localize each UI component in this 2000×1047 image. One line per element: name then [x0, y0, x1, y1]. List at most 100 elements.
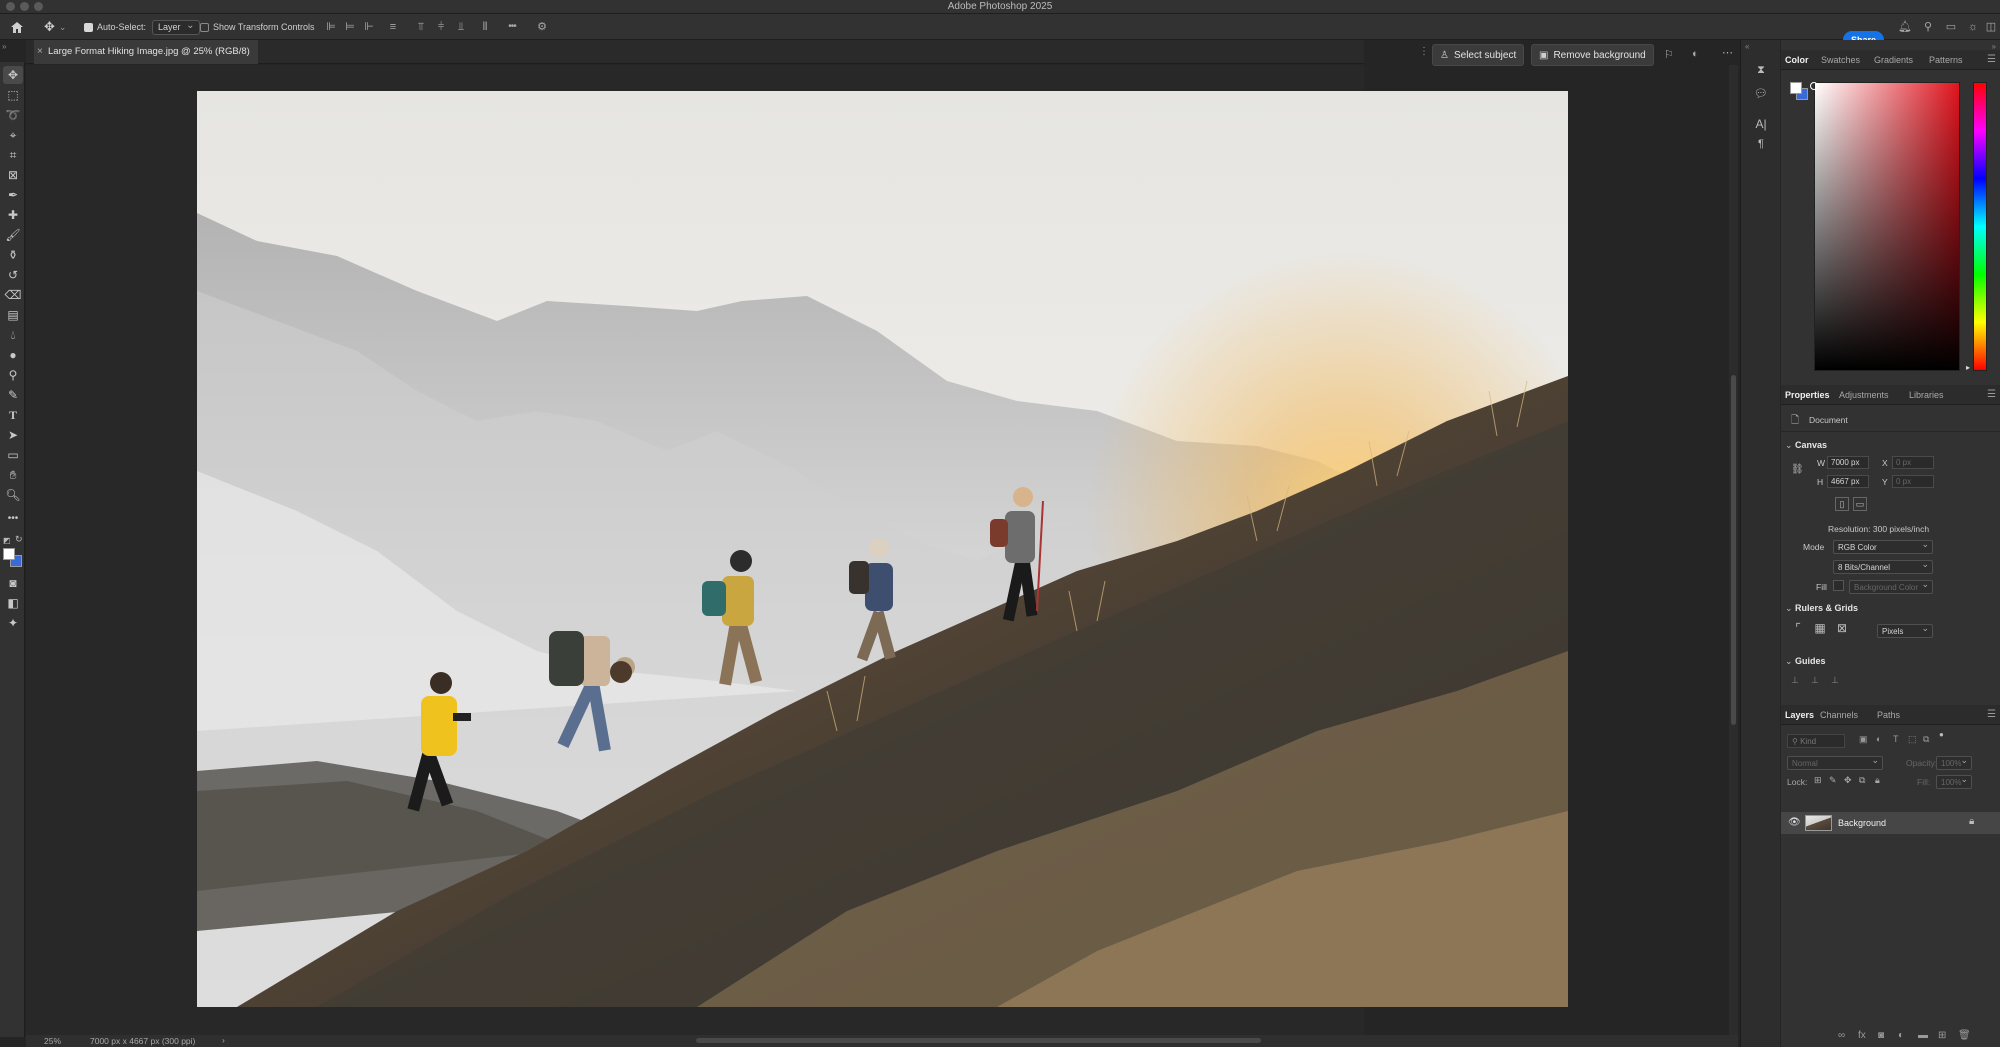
- grid-icon[interactable]: ▦: [1813, 622, 1827, 636]
- layers-panel-menu-icon[interactable]: ☰: [1987, 709, 1996, 720]
- lock-transparent-icon[interactable]: ⊞: [1814, 775, 1822, 786]
- opacity-field[interactable]: 100%: [1936, 755, 1972, 770]
- move-tool-icon[interactable]: ✥: [3, 66, 23, 84]
- select-subject-button[interactable]: ♙ Select subject: [1432, 44, 1525, 66]
- link-dimensions-icon[interactable]: ⛓︎: [1791, 464, 1804, 475]
- gradient-tool-icon[interactable]: ▤: [3, 306, 23, 324]
- landscape-orientation-icon[interactable]: ▭: [1853, 497, 1867, 511]
- link-layers-icon[interactable]: ∞: [1838, 1030, 1845, 1041]
- add-mask-icon[interactable]: ◙: [1878, 1030, 1884, 1041]
- guide-bottom-icon[interactable]: ⊥: [1831, 675, 1839, 686]
- brush-tool-icon[interactable]: 🖌︎: [3, 226, 23, 244]
- align-top-edges-icon[interactable]: ⫪: [414, 20, 428, 34]
- units-select[interactable]: Pixels: [1877, 623, 1933, 638]
- document-tab[interactable]: Large Format Hiking Image.jpg @ 25% (RGB…: [34, 40, 258, 64]
- tab-libraries[interactable]: Libraries: [1909, 385, 1944, 405]
- auto-select-check[interactable]: [84, 22, 93, 32]
- history-brush-tool-icon[interactable]: ↺: [3, 266, 23, 284]
- swap-colors-icon[interactable]: ↻: [15, 534, 23, 545]
- default-colors-icon[interactable]: ◩: [3, 536, 11, 545]
- screen-mode-icon[interactable]: ◧: [3, 594, 23, 612]
- width-field[interactable]: 7000 px: [1827, 456, 1869, 469]
- filter-pixel-icon[interactable]: ▣: [1859, 734, 1868, 745]
- gear-icon[interactable]: ⚙: [535, 20, 549, 34]
- delete-layer-icon[interactable]: 🗑︎: [1958, 1030, 1971, 1041]
- fill-select[interactable]: Background Color: [1849, 579, 1933, 594]
- portrait-orientation-icon[interactable]: ▯: [1835, 497, 1849, 511]
- type-tool-icon[interactable]: T: [3, 406, 23, 424]
- workspace-icon[interactable]: ▭: [1944, 20, 1958, 34]
- align-horizontal-centers-icon[interactable]: ⊨: [343, 20, 357, 34]
- quick-mask-icon[interactable]: ◙: [3, 574, 23, 592]
- flag-icon[interactable]: ⚐: [1664, 48, 1674, 61]
- document-canvas-image[interactable]: [197, 91, 1568, 1007]
- hand-tool-icon[interactable]: ✋︎: [3, 466, 23, 484]
- lasso-tool-icon[interactable]: ➰: [3, 106, 23, 124]
- layer-style-icon[interactable]: fx: [1858, 1030, 1866, 1041]
- auto-select-target[interactable]: Layer: [152, 19, 200, 35]
- vertical-scroll-thumb[interactable]: [1731, 375, 1736, 725]
- tab-patterns[interactable]: Patterns: [1929, 50, 1963, 70]
- ruler-icon[interactable]: ⌜: [1791, 622, 1805, 636]
- eraser-tool-icon[interactable]: ⌫: [3, 286, 23, 304]
- filter-shape-icon[interactable]: ⬚: [1908, 734, 1917, 745]
- tab-swatches[interactable]: Swatches: [1821, 50, 1860, 70]
- collapse-panels-icon[interactable]: «: [1745, 42, 1749, 51]
- tab-properties[interactable]: Properties: [1785, 385, 1830, 405]
- lock-image-icon[interactable]: ✎: [1829, 775, 1837, 786]
- tab-color[interactable]: Color: [1785, 50, 1809, 70]
- layer-filter-select[interactable]: ⚲ Kind: [1787, 734, 1845, 748]
- dodge-tool-icon[interactable]: ●: [3, 346, 23, 364]
- zoom-tool-icon[interactable]: 🔍︎: [3, 486, 23, 504]
- status-menu-chevron-icon[interactable]: ›: [222, 1035, 225, 1045]
- zoom-level[interactable]: 25%: [44, 1036, 61, 1046]
- new-adjustment-layer-icon[interactable]: ◐: [1898, 1030, 1904, 1041]
- color-picker-field[interactable]: [1814, 82, 1960, 371]
- fill-swatch[interactable]: [1833, 580, 1844, 591]
- tab-gradients[interactable]: Gradients: [1874, 50, 1913, 70]
- filter-adjustment-icon[interactable]: ◐: [1876, 734, 1881, 744]
- discover-icon[interactable]: ☼: [1966, 20, 1980, 34]
- adjustment-icon[interactable]: ◐: [1692, 48, 1699, 60]
- edit-toolbar-icon[interactable]: •••: [3, 510, 23, 528]
- y-field[interactable]: 0 px: [1892, 475, 1934, 488]
- search-icon[interactable]: ⚲: [1921, 20, 1935, 34]
- crop-tool-icon[interactable]: ⌗: [3, 146, 23, 164]
- lock-artboard-icon[interactable]: ⧉: [1859, 775, 1865, 786]
- tab-adjustments[interactable]: Adjustments: [1839, 385, 1889, 405]
- path-selection-tool-icon[interactable]: ➤: [3, 426, 23, 444]
- eyedropper-tool-icon[interactable]: ✒: [3, 186, 23, 204]
- expand-tools-icon[interactable]: »: [2, 42, 6, 51]
- blur-tool-icon[interactable]: 💧︎: [3, 326, 23, 344]
- align-vertical-centers-icon[interactable]: ⫩: [434, 20, 448, 34]
- remove-background-button[interactable]: ▣ Remove background: [1531, 44, 1654, 66]
- tab-channels[interactable]: Channels: [1820, 705, 1858, 725]
- frame-tool-icon[interactable]: ⊠: [3, 166, 23, 184]
- bit-depth-select[interactable]: 8 Bits/Channel: [1833, 559, 1933, 574]
- pen-tool-icon[interactable]: ✎: [3, 386, 23, 404]
- new-layer-icon[interactable]: ⊞: [1938, 1030, 1946, 1041]
- filter-type-icon[interactable]: T: [1893, 734, 1899, 744]
- guides-section-header[interactable]: Guides: [1785, 656, 1826, 667]
- move-tool-preset[interactable]: ✥ ⌄: [44, 14, 66, 40]
- guides-layout-icon[interactable]: ⊠: [1835, 622, 1849, 636]
- sponge-tool-icon[interactable]: ⚲: [3, 366, 23, 384]
- auto-select-target-dropdown[interactable]: Layer: [152, 14, 200, 40]
- tab-layers[interactable]: Layers: [1785, 705, 1814, 725]
- home-button[interactable]: [10, 14, 24, 40]
- color-foreground-swatch[interactable]: [1790, 82, 1802, 94]
- show-transform-check[interactable]: [200, 22, 209, 32]
- canvas-section-header[interactable]: Canvas: [1785, 440, 1827, 451]
- paragraph-panel-icon[interactable]: ¶: [1753, 136, 1769, 152]
- color-picker-cursor[interactable]: [1810, 82, 1818, 90]
- lock-all-icon[interactable]: 🔒︎: [1875, 775, 1880, 786]
- color-panel-menu-icon[interactable]: ☰: [1987, 54, 1996, 65]
- horizontal-scroll-thumb[interactable]: [696, 1038, 1261, 1043]
- generative-fill-icon[interactable]: ✦: [3, 614, 23, 632]
- distribute-horizontally-icon[interactable]: ⦀: [478, 20, 492, 34]
- show-transform-checkbox[interactable]: Show Transform Controls: [200, 14, 315, 40]
- layer-row-background[interactable]: 👁︎ Background 🔒︎: [1781, 812, 2000, 834]
- align-left-edges-icon[interactable]: ⊫: [324, 20, 338, 34]
- marquee-tool-icon[interactable]: ⬚: [3, 86, 23, 104]
- history-panel-icon[interactable]: ⧗: [1753, 62, 1769, 78]
